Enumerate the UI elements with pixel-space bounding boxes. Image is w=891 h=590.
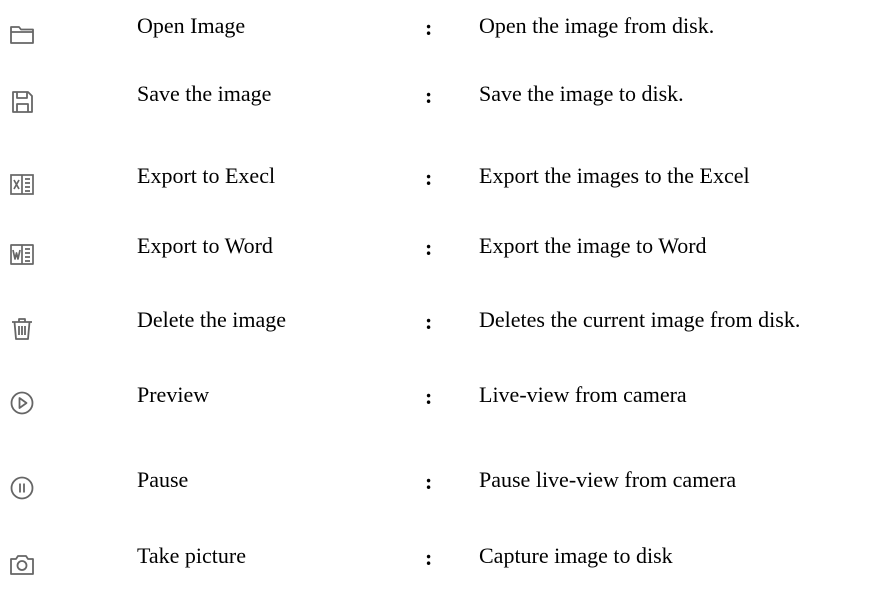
row-description: Deletes the current image from disk. xyxy=(479,307,801,332)
row-description: Pause live-view from camera xyxy=(479,467,737,492)
row-description: Capture image to disk xyxy=(479,543,673,568)
separator-colon: : xyxy=(425,235,433,260)
legend-row-save-image: Save the image : Save the image to disk. xyxy=(0,81,891,128)
row-label: Preview xyxy=(137,382,210,407)
row-description: Save the image to disk. xyxy=(479,81,684,106)
row-label: Export to Word xyxy=(137,233,273,258)
row-label: Delete the image xyxy=(137,307,287,332)
legend-row-export-word: Export to Word : Export the image to Wor… xyxy=(0,233,891,280)
row-description: Export the image to Word xyxy=(479,233,707,258)
word-export-icon xyxy=(8,240,36,268)
legend-row-open-image: Open Image : Open the image from disk. xyxy=(0,13,891,60)
save-icon xyxy=(8,88,36,116)
row-description: Open the image from disk. xyxy=(479,13,715,38)
legend-row-take-picture: Take picture : Capture image to disk xyxy=(0,543,891,590)
row-label: Export to Execl xyxy=(137,163,276,188)
separator-colon: : xyxy=(425,384,433,409)
camera-icon xyxy=(8,550,36,578)
row-label: Save the image xyxy=(137,81,272,106)
trash-icon xyxy=(8,314,36,342)
separator-colon: : xyxy=(425,15,433,40)
separator-colon: : xyxy=(425,83,433,108)
row-description: Live-view from camera xyxy=(479,382,687,407)
play-icon xyxy=(8,389,36,417)
separator-colon: : xyxy=(425,309,433,334)
separator-colon: : xyxy=(425,165,433,190)
pause-icon xyxy=(8,474,36,502)
separator-colon: : xyxy=(425,469,433,494)
row-label: Pause xyxy=(137,467,189,492)
folder-open-icon xyxy=(8,20,36,48)
row-label: Open Image xyxy=(137,13,246,38)
excel-export-icon xyxy=(8,170,36,198)
row-description: Export the images to the Excel xyxy=(479,163,750,188)
legend-row-preview: Preview : Live-view from camera xyxy=(0,382,891,429)
legend-row-export-excel: Export to Execl : Export the images to t… xyxy=(0,163,891,210)
legend-row-delete-image: Delete the image : Deletes the current i… xyxy=(0,307,891,354)
separator-colon: : xyxy=(425,545,433,570)
legend-row-pause: Pause : Pause live-view from camera xyxy=(0,467,891,514)
row-label: Take picture xyxy=(137,543,247,568)
